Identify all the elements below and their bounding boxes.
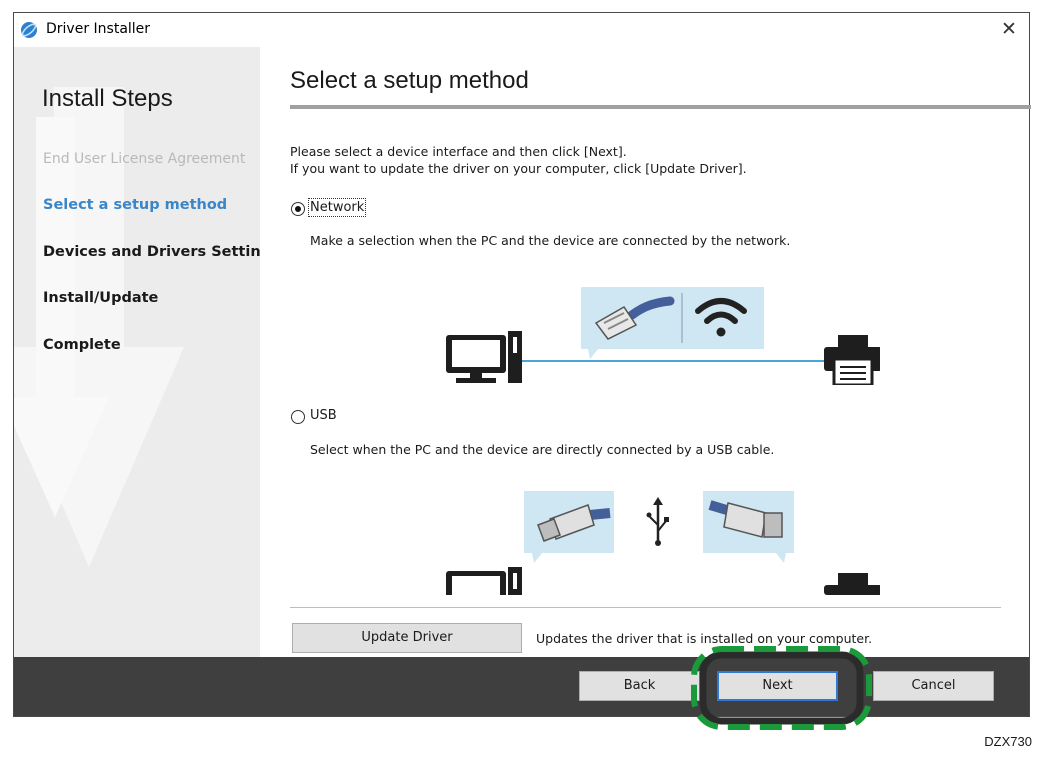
- cancel-button[interactable]: Cancel: [873, 671, 994, 701]
- update-driver-description: Updates the driver that is installed on …: [536, 631, 873, 646]
- usb-illustration: [446, 491, 880, 595]
- step-end-user-license-agreement: End User License Agreement: [43, 151, 246, 167]
- instruction-line-1: Please select a device interface and the…: [290, 144, 627, 159]
- step-select-setup-method: Select a setup method: [43, 197, 228, 213]
- install-steps-sidebar: Install Steps End User License Agreement…: [14, 47, 260, 657]
- step-complete: Complete: [43, 337, 121, 353]
- update-driver-button[interactable]: Update Driver: [292, 623, 522, 653]
- usb-description: Select when the PC and the device are di…: [310, 442, 775, 457]
- button-bar: Back Next Cancel: [14, 657, 1029, 716]
- sidebar-title: Install Steps: [42, 85, 173, 112]
- printer-icon: [824, 335, 880, 385]
- network-description: Make a selection when the PC and the dev…: [310, 233, 791, 248]
- network-radio-label[interactable]: Network: [307, 198, 367, 217]
- close-icon[interactable]: ✕: [997, 17, 1021, 41]
- printer-icon: [824, 573, 880, 595]
- driver-installer-icon: [21, 22, 37, 38]
- step-devices-and-drivers-settings: Devices and Drivers Settings: [43, 244, 260, 260]
- bottom-separator: [290, 607, 1001, 608]
- usb-symbol-icon: [646, 497, 669, 546]
- installer-window: Driver Installer ✕ Install Steps End Use…: [13, 12, 1031, 717]
- next-button-highlight-ring: [691, 646, 872, 730]
- main-panel: Select a setup method Please select a de…: [260, 47, 1031, 657]
- figure-code: DZX730: [984, 734, 1032, 749]
- usb-radio[interactable]: [291, 410, 305, 424]
- step-install-update: Install/Update: [43, 290, 159, 306]
- network-radio[interactable]: [291, 202, 305, 216]
- page-title: Select a setup method: [290, 67, 529, 94]
- network-illustration: [446, 287, 880, 385]
- title-bar: Driver Installer ✕: [14, 13, 1029, 47]
- window-title: Driver Installer: [46, 21, 151, 37]
- usb-radio-label[interactable]: USB: [310, 408, 337, 423]
- computer-icon: [446, 331, 522, 383]
- title-underline: [290, 105, 1031, 109]
- back-button[interactable]: Back: [579, 671, 700, 701]
- computer-icon: [446, 567, 522, 595]
- instruction-line-2: If you want to update the driver on your…: [290, 161, 747, 176]
